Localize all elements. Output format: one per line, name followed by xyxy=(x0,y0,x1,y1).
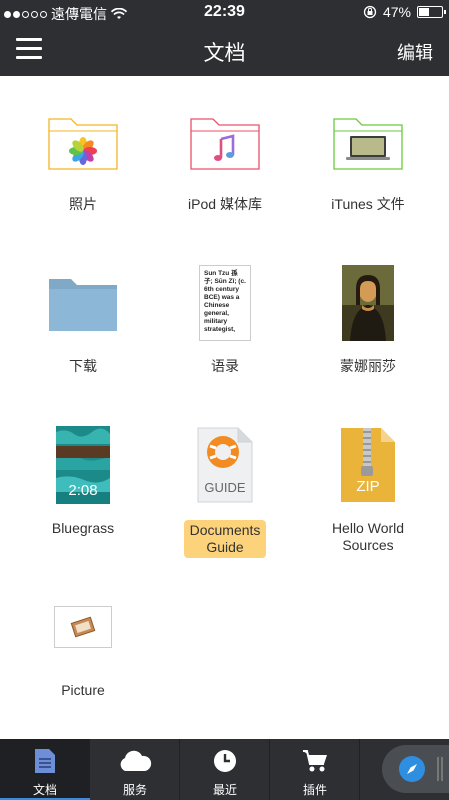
zip-archive-icon: ZIP xyxy=(293,420,443,510)
tab-label: 文档 xyxy=(32,783,57,797)
nav-header: 文档 编辑 xyxy=(0,26,449,76)
file-item-photos[interactable]: 照片 xyxy=(8,76,158,238)
drag-handle[interactable] xyxy=(435,757,443,786)
video-thumbnail-icon: 2:08 xyxy=(8,420,158,510)
file-label: Documents Guide xyxy=(183,520,267,558)
file-item-quotes[interactable]: Sun Tzu 孫子; Sūn Zǐ; (c. 6th century BCE)… xyxy=(150,238,300,400)
file-item-downloads[interactable]: 下载 xyxy=(8,238,158,400)
itunes-folder-icon xyxy=(293,96,443,186)
battery-icon xyxy=(417,6,446,18)
cloud-icon xyxy=(90,745,180,777)
file-label: 蒙娜丽莎 xyxy=(340,358,396,374)
file-item-documents-guide[interactable]: GUIDE Documents Guide xyxy=(150,400,300,562)
picture-file-icon xyxy=(8,582,158,672)
battery-percent: 47% xyxy=(382,4,411,20)
tab-label: 最近 xyxy=(212,783,237,797)
file-item-picture[interactable]: Picture xyxy=(8,562,158,724)
file-item-ipod-library[interactable]: iPod 媒体库 xyxy=(150,76,300,238)
file-label: Bluegrass xyxy=(51,520,115,536)
file-item-mona-lisa[interactable]: 蒙娜丽莎 xyxy=(293,238,443,400)
tab-documents[interactable]: 文档 xyxy=(0,739,90,800)
image-thumbnail-icon xyxy=(293,258,443,348)
file-label: 下载 xyxy=(69,358,97,374)
file-item-hello-world-sources[interactable]: ZIP Hello World Sources xyxy=(293,400,443,562)
edit-button[interactable]: 编辑 xyxy=(397,39,433,65)
file-label: 照片 xyxy=(69,196,97,212)
photos-folder-icon xyxy=(8,96,158,186)
file-label: Picture xyxy=(61,682,105,698)
file-label: Hello World Sources xyxy=(331,520,405,553)
music-folder-icon xyxy=(150,96,300,186)
folder-icon xyxy=(8,258,158,348)
tab-recent[interactable]: 最近 xyxy=(180,739,270,800)
file-item-itunes-files[interactable]: iTunes 文件 xyxy=(293,76,443,238)
tab-label: 插件 xyxy=(302,783,327,797)
file-item-bluegrass[interactable]: 2:08 Bluegrass xyxy=(8,400,158,562)
status-bar: 遠傳電信 22:39 47% xyxy=(0,0,449,26)
file-label: iTunes 文件 xyxy=(331,196,405,212)
guide-document-icon: GUIDE xyxy=(150,420,300,510)
file-label: iPod 媒体库 xyxy=(188,196,262,212)
cart-icon xyxy=(270,745,360,777)
tab-plugins[interactable]: 插件 xyxy=(270,739,360,800)
video-duration: 2:08 xyxy=(68,482,98,499)
top-bar: 遠傳電信 22:39 47% 文档 编辑 xyxy=(0,0,449,76)
status-right: 47% xyxy=(363,4,446,20)
text-document-icon: Sun Tzu 孫子; Sūn Zǐ; (c. 6th century BCE)… xyxy=(150,258,300,348)
clock-icon xyxy=(180,745,270,777)
tab-services[interactable]: 服务 xyxy=(90,739,180,800)
guide-badge: GUIDE xyxy=(204,480,246,495)
rotation-lock-icon xyxy=(363,5,377,19)
compass-icon xyxy=(399,756,425,782)
browser-button[interactable] xyxy=(382,745,449,793)
file-label: 语录 xyxy=(211,358,239,374)
document-icon xyxy=(0,745,90,777)
file-label-selected: Documents Guide xyxy=(150,520,300,558)
document-preview: Sun Tzu 孫子; Sūn Zǐ; (c. 6th century BCE)… xyxy=(199,265,251,341)
tab-label: 服务 xyxy=(122,783,147,797)
page-title: 文档 xyxy=(203,42,246,65)
zip-badge: ZIP xyxy=(356,478,380,495)
